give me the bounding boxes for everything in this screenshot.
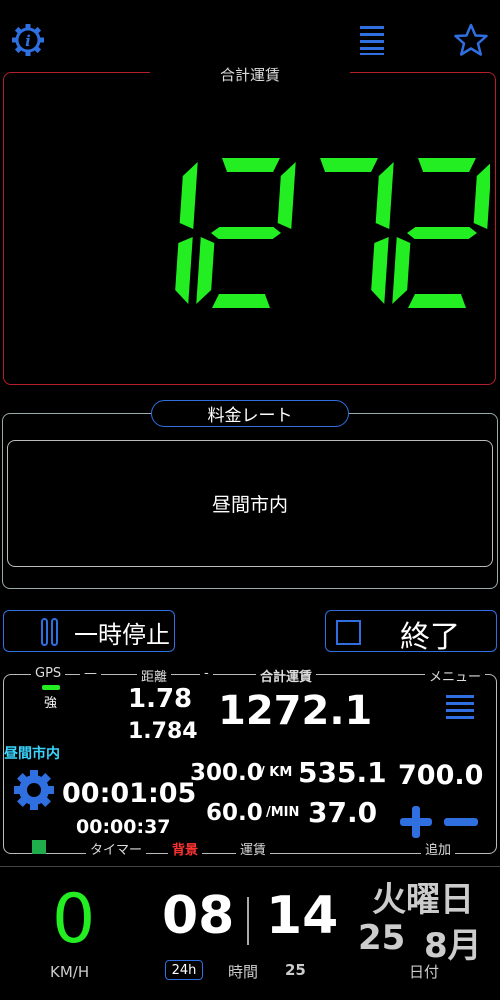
add-label: 追加: [421, 839, 456, 858]
clock-minute: 14: [266, 886, 339, 946]
digit-segment: [320, 158, 378, 172]
time-label: 時間: [228, 963, 259, 981]
total-label: 合計運賃: [256, 666, 317, 685]
gps-label: GPS: [31, 666, 66, 681]
gps-signal-bar: [42, 685, 60, 690]
digit-segment: [408, 294, 466, 308]
star-icon[interactable]: [452, 22, 490, 58]
background-label[interactable]: 背景: [168, 839, 203, 858]
clock-divider: [247, 897, 249, 945]
plus-icon: [400, 806, 432, 838]
svg-text:i: i: [25, 32, 31, 50]
date-month: 8月: [424, 926, 482, 966]
rate-value: 昼間市内: [211, 494, 288, 516]
end-label: 終了: [400, 620, 460, 655]
clock-seconds: 25: [285, 961, 306, 979]
fare-digit: [196, 158, 296, 308]
digit-segment: [407, 227, 477, 239]
digit-segment: [473, 162, 492, 229]
unit-min: /MIN: [266, 805, 300, 820]
hamburger-icon[interactable]: [358, 24, 386, 56]
fare-label: 運賃: [236, 839, 271, 858]
menu-icon: [446, 695, 474, 719]
pause-label: 一時停止: [74, 621, 170, 649]
min-fare-value: 37.0: [308, 796, 378, 829]
add-minus-button[interactable]: [442, 804, 480, 844]
menu-label: メニュー: [425, 666, 486, 685]
minus-icon: [444, 818, 478, 826]
clock-hour: 08: [162, 886, 235, 946]
fare-digit: [392, 158, 492, 308]
digit-segment: [212, 294, 270, 308]
rate-per-min: 60.0: [206, 800, 263, 826]
date-label: 日付: [409, 963, 440, 981]
info-gear-icon[interactable]: i: [10, 22, 46, 58]
km-fare-value: 535.1: [298, 756, 387, 789]
stop-icon: [336, 620, 361, 645]
digit-segment: [211, 227, 281, 239]
gps-strength: 強: [44, 696, 58, 711]
digit-segment: [196, 237, 215, 304]
rate-name: 昼間市内: [4, 746, 60, 762]
24h-toggle[interactable]: 24h: [165, 960, 203, 980]
fare-digit: [320, 158, 394, 304]
digit-segment: [277, 162, 296, 229]
unit-km: / KM: [260, 765, 293, 780]
digit-segment: [371, 237, 389, 304]
background-color-swatch[interactable]: [32, 840, 46, 854]
timer-main: 00:01:05: [62, 778, 197, 809]
timer-sub: 00:00:37: [76, 816, 171, 838]
dash-2: -: [200, 666, 213, 681]
rate-per-km: 300.0: [190, 760, 263, 786]
distance-main: 1.78: [128, 684, 193, 714]
speed-value: 0: [52, 880, 96, 959]
fare-digit: [175, 162, 198, 304]
fare-title: 合計運賃: [150, 64, 350, 84]
end-button[interactable]: 終了: [325, 610, 497, 655]
add-plus-button[interactable]: [398, 804, 434, 844]
rate-value-box[interactable]: 昼間市内: [7, 440, 493, 567]
digit-segment: [179, 162, 198, 229]
digit-segment: [418, 158, 476, 172]
distance-sub: 1.784: [128, 719, 198, 744]
digit-segment: [175, 237, 193, 304]
digit-segment: [222, 158, 280, 172]
pause-icon: [41, 618, 58, 646]
gear-icon: [14, 770, 54, 810]
fare-amount-display: [80, 150, 492, 315]
total-value: 1272.1: [218, 688, 373, 734]
weekday: 火曜日: [372, 880, 474, 920]
add-value: 700.0: [398, 760, 484, 791]
settings-gear-button[interactable]: [12, 768, 56, 816]
speed-unit: KM/H: [50, 963, 90, 981]
menu-button[interactable]: [446, 694, 474, 728]
timer-label: タイマー: [86, 839, 147, 858]
rate-title: 料金レート: [151, 400, 349, 427]
dash-1: —: [80, 666, 101, 681]
distance-label: 距離: [137, 666, 172, 685]
digit-segment: [392, 237, 411, 304]
date-day: 25: [358, 918, 406, 958]
digit-segment: [375, 162, 394, 229]
pause-button[interactable]: 一時停止: [3, 610, 175, 652]
